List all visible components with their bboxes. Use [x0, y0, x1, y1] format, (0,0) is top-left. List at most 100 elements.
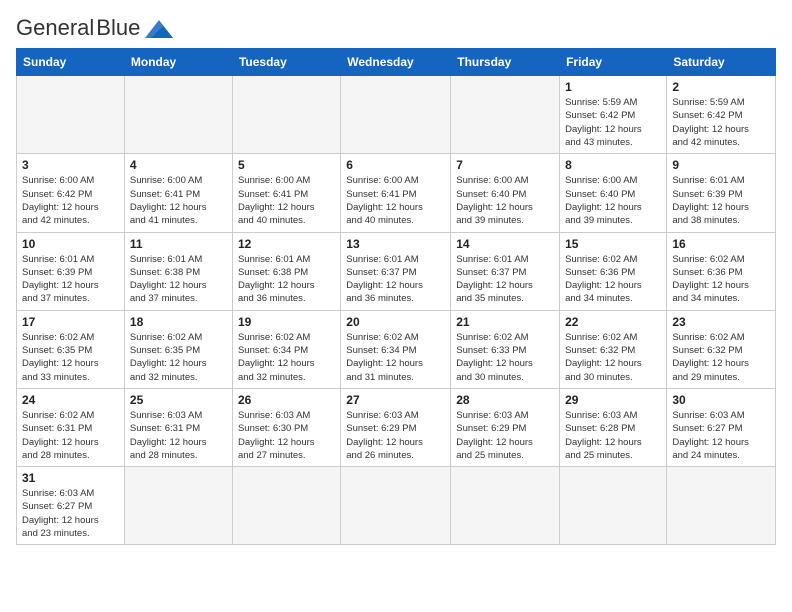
day-info: Sunrise: 6:02 AMSunset: 6:35 PMDaylight:…: [130, 331, 227, 384]
day-number: 21: [456, 315, 554, 329]
table-row: 8Sunrise: 6:00 AMSunset: 6:40 PMDaylight…: [560, 154, 667, 232]
table-row: [232, 467, 340, 545]
day-info: Sunrise: 6:00 AMSunset: 6:41 PMDaylight:…: [238, 174, 335, 227]
table-row: 29 Sunrise: 6:03 AMSunset: 6:28 PMDayligh…: [560, 388, 667, 466]
table-row: [451, 76, 560, 154]
table-row: 20Sunrise: 6:02 AMSunset: 6:34 PMDayligh…: [341, 310, 451, 388]
day-info: Sunrise: 6:00 AMSunset: 6:40 PMDaylight:…: [456, 174, 554, 227]
day-info: Sunrise: 6:02 AMSunset: 6:33 PMDaylight:…: [456, 331, 554, 384]
table-row: 9 Sunrise: 6:01 AMSunset: 6:39 PMDaylight…: [667, 154, 776, 232]
table-row: 1 Sunrise: 5:59 AMSunset: 6:42 PMDaylight…: [560, 76, 667, 154]
day-info: Sunrise: 6:02 AMSunset: 6:34 PMDaylight:…: [238, 331, 335, 384]
day-number: 3: [22, 158, 119, 172]
day-info: Sunrise: 6:03 AMSunset: 6:29 PMDaylight:…: [346, 409, 445, 462]
day-info: Sunrise: 6:02 AMSunset: 6:32 PMDaylight:…: [565, 331, 661, 384]
table-row: [341, 467, 451, 545]
day-info: Sunrise: 6:03 AMSunset: 6:29 PMDaylight:…: [456, 409, 554, 462]
day-number: 6: [346, 158, 445, 172]
weekday-header-wednesday: Wednesday: [341, 49, 451, 76]
logo-blue: Blue: [96, 16, 140, 40]
day-info: Sunrise: 6:01 AMSunset: 6:39 PMDaylight:…: [672, 174, 770, 227]
table-row: 17 Sunrise: 6:02 AMSunset: 6:35 PMDayligh…: [17, 310, 125, 388]
table-row: 19 Sunrise: 6:02 AMSunset: 6:34 PMDayligh…: [232, 310, 340, 388]
day-number: 13: [346, 237, 445, 251]
day-number: 31: [22, 471, 119, 485]
day-number: 22: [565, 315, 661, 329]
day-info: Sunrise: 5:59 AMSunset: 6:42 PMDaylight:…: [565, 96, 661, 149]
weekday-header-friday: Friday: [560, 49, 667, 76]
table-row: [341, 76, 451, 154]
day-info: Sunrise: 6:02 AMSunset: 6:36 PMDaylight:…: [672, 253, 770, 306]
table-row: 16 Sunrise: 6:02 AMSunset: 6:36 PMDayligh…: [667, 232, 776, 310]
logo: General Blue: [16, 16, 173, 40]
day-number: 25: [130, 393, 227, 407]
day-info: Sunrise: 6:00 AMSunset: 6:40 PMDaylight:…: [565, 174, 661, 227]
day-info: Sunrise: 6:01 AMSunset: 6:38 PMDaylight:…: [130, 253, 227, 306]
day-info: Sunrise: 6:02 AMSunset: 6:31 PMDaylight:…: [22, 409, 119, 462]
day-number: 11: [130, 237, 227, 251]
day-number: 29: [565, 393, 661, 407]
day-number: 10: [22, 237, 119, 251]
weekday-header-thursday: Thursday: [451, 49, 560, 76]
day-number: 28: [456, 393, 554, 407]
day-number: 1: [565, 80, 661, 94]
day-number: 2: [672, 80, 770, 94]
day-number: 17: [22, 315, 119, 329]
day-info: Sunrise: 6:00 AMSunset: 6:41 PMDaylight:…: [346, 174, 445, 227]
day-number: 15: [565, 237, 661, 251]
table-row: [17, 76, 125, 154]
table-row: [667, 467, 776, 545]
day-number: 27: [346, 393, 445, 407]
calendar-table: SundayMondayTuesdayWednesdayThursdayFrid…: [16, 48, 776, 545]
table-row: 18Sunrise: 6:02 AMSunset: 6:35 PMDayligh…: [124, 310, 232, 388]
table-row: 22 Sunrise: 6:02 AMSunset: 6:32 PMDayligh…: [560, 310, 667, 388]
day-info: Sunrise: 6:01 AMSunset: 6:39 PMDaylight:…: [22, 253, 119, 306]
day-info: Sunrise: 6:03 AMSunset: 6:28 PMDaylight:…: [565, 409, 661, 462]
day-number: 23: [672, 315, 770, 329]
table-row: 21 Sunrise: 6:02 AMSunset: 6:33 PMDayligh…: [451, 310, 560, 388]
day-info: Sunrise: 6:01 AMSunset: 6:37 PMDaylight:…: [346, 253, 445, 306]
day-info: Sunrise: 6:02 AMSunset: 6:32 PMDaylight:…: [672, 331, 770, 384]
logo-icon: [145, 18, 173, 40]
table-row: [124, 467, 232, 545]
table-row: 23 Sunrise: 6:02 AMSunset: 6:32 PMDayligh…: [667, 310, 776, 388]
day-number: 7: [456, 158, 554, 172]
table-row: 24Sunrise: 6:02 AMSunset: 6:31 PMDayligh…: [17, 388, 125, 466]
day-info: Sunrise: 6:03 AMSunset: 6:27 PMDaylight:…: [22, 487, 119, 540]
weekday-header-monday: Monday: [124, 49, 232, 76]
table-row: [232, 76, 340, 154]
table-row: [124, 76, 232, 154]
day-number: 26: [238, 393, 335, 407]
weekday-header-saturday: Saturday: [667, 49, 776, 76]
day-number: 16: [672, 237, 770, 251]
table-row: 13 Sunrise: 6:01 AMSunset: 6:37 PMDayligh…: [341, 232, 451, 310]
table-row: 30Sunrise: 6:03 AMSunset: 6:27 PMDayligh…: [667, 388, 776, 466]
day-info: Sunrise: 6:00 AMSunset: 6:42 PMDaylight:…: [22, 174, 119, 227]
table-row: 6 Sunrise: 6:00 AMSunset: 6:41 PMDaylight…: [341, 154, 451, 232]
table-row: 28 Sunrise: 6:03 AMSunset: 6:29 PMDayligh…: [451, 388, 560, 466]
day-number: 14: [456, 237, 554, 251]
day-number: 12: [238, 237, 335, 251]
table-row: 3 Sunrise: 6:00 AMSunset: 6:42 PMDaylight…: [17, 154, 125, 232]
table-row: 4Sunrise: 6:00 AMSunset: 6:41 PMDaylight…: [124, 154, 232, 232]
table-row: 11 Sunrise: 6:01 AMSunset: 6:38 PMDayligh…: [124, 232, 232, 310]
day-info: Sunrise: 6:01 AMSunset: 6:37 PMDaylight:…: [456, 253, 554, 306]
table-row: 2 Sunrise: 5:59 AMSunset: 6:42 PMDaylight…: [667, 76, 776, 154]
day-info: Sunrise: 6:00 AMSunset: 6:41 PMDaylight:…: [130, 174, 227, 227]
table-row: 31 Sunrise: 6:03 AMSunset: 6:27 PMDayligh…: [17, 467, 125, 545]
table-row: 7 Sunrise: 6:00 AMSunset: 6:40 PMDaylight…: [451, 154, 560, 232]
table-row: 12 Sunrise: 6:01 AMSunset: 6:38 PMDayligh…: [232, 232, 340, 310]
day-info: Sunrise: 5:59 AMSunset: 6:42 PMDaylight:…: [672, 96, 770, 149]
table-row: 5Sunrise: 6:00 AMSunset: 6:41 PMDaylight…: [232, 154, 340, 232]
page-header: General Blue: [16, 16, 776, 40]
day-info: Sunrise: 6:03 AMSunset: 6:30 PMDaylight:…: [238, 409, 335, 462]
table-row: 14 Sunrise: 6:01 AMSunset: 6:37 PMDayligh…: [451, 232, 560, 310]
day-info: Sunrise: 6:03 AMSunset: 6:31 PMDaylight:…: [130, 409, 227, 462]
day-info: Sunrise: 6:01 AMSunset: 6:38 PMDaylight:…: [238, 253, 335, 306]
day-number: 19: [238, 315, 335, 329]
day-number: 9: [672, 158, 770, 172]
table-row: 25 Sunrise: 6:03 AMSunset: 6:31 PMDayligh…: [124, 388, 232, 466]
table-row: 10 Sunrise: 6:01 AMSunset: 6:39 PMDayligh…: [17, 232, 125, 310]
day-info: Sunrise: 6:02 AMSunset: 6:34 PMDaylight:…: [346, 331, 445, 384]
day-info: Sunrise: 6:02 AMSunset: 6:35 PMDaylight:…: [22, 331, 119, 384]
